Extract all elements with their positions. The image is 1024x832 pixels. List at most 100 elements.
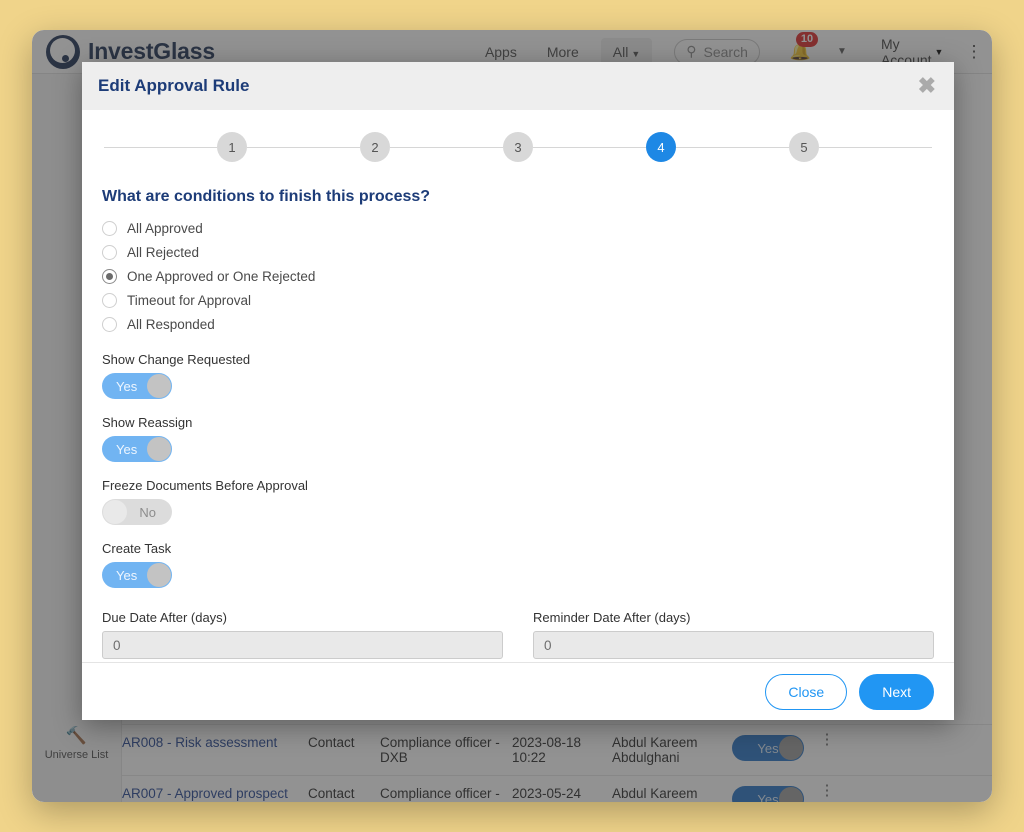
rule-role: Compliance officer - <box>380 786 500 801</box>
modal-body: 1 2 3 4 5 What are conditions to finish … <box>82 110 954 662</box>
radio-option-label: All Rejected <box>127 244 200 260</box>
close-button[interactable]: Close <box>765 673 848 710</box>
stepper-line <box>819 146 932 148</box>
toggle-label: Show Change Requested <box>102 352 251 367</box>
radio-option-timeout-for-approval[interactable]: Timeout for Approval <box>102 288 934 312</box>
radio-option-one-approved-or-one-rejected[interactable]: One Approved or One Rejected <box>102 264 934 288</box>
row-overflow-menu-icon[interactable]: ⋮ <box>818 783 846 798</box>
show-reassign-toggle[interactable]: Yes <box>102 436 172 462</box>
row-overflow-menu-icon[interactable]: ⋮ <box>818 732 846 747</box>
side-rail-item-universe-list[interactable]: Universe List <box>32 749 121 761</box>
modal-header: Edit Approval Rule ✖ <box>82 62 954 110</box>
investglass-logo-icon <box>46 34 80 69</box>
search-icon: ⚲ <box>686 43 697 59</box>
conditions-radio-group: All Approved All Rejected One Approved o… <box>102 216 934 336</box>
toggle-label: Freeze Documents Before Approval <box>102 478 308 493</box>
toggle-group-create-task: Create Task Yes <box>102 541 934 588</box>
rule-role: Compliance officer - DXB <box>380 735 500 765</box>
radio-icon <box>102 292 117 308</box>
rule-date: 2023-05-24 <box>512 786 582 801</box>
radio-icon <box>102 220 117 236</box>
radio-icon <box>102 316 117 332</box>
next-button[interactable]: Next <box>859 673 934 710</box>
search-input[interactable]: ⚲ Search <box>674 38 760 65</box>
field-due-date-after: Due Date After (days) <box>102 610 503 659</box>
rule-type: Contact <box>308 786 355 801</box>
brand-name: InvestGlass <box>88 38 215 64</box>
toggle-group-show-change-requested: Show Change Requested Yes <box>102 352 934 399</box>
stepper-step-4[interactable]: 4 <box>646 132 676 162</box>
notifications-chevron-down-icon[interactable]: ▼ <box>837 46 847 57</box>
overflow-menu-icon[interactable]: ⋮ <box>965 43 982 60</box>
stepper-step-1[interactable]: 1 <box>217 132 247 162</box>
nav-links: Apps More <box>485 44 579 60</box>
notification-badge: 10 <box>795 31 819 47</box>
table-row[interactable]: AR008 - Risk assessment Contact Complian… <box>122 724 992 775</box>
radio-option-label: Timeout for Approval <box>127 292 252 308</box>
toggle-group-show-reassign: Show Reassign Yes <box>102 415 934 462</box>
close-icon[interactable]: ✖ <box>918 75 936 97</box>
search-placeholder: Search <box>703 43 748 60</box>
rule-name[interactable]: AR007 - Approved prospect <box>122 786 308 801</box>
modal-title: Edit Approval Rule <box>98 76 250 95</box>
rule-user: Abdul Kareem Abdulghani <box>612 735 698 765</box>
rule-type: Contact <box>308 735 355 750</box>
stepper-line <box>247 146 360 148</box>
toggle-value: Yes <box>116 378 138 394</box>
stepper-line <box>676 146 789 148</box>
toggle-knob <box>779 736 803 760</box>
stepper-step-2[interactable]: 2 <box>360 132 390 162</box>
stepper-step-3[interactable]: 3 <box>503 132 533 162</box>
toggle-knob <box>147 437 171 461</box>
show-change-requested-toggle[interactable]: Yes <box>102 373 172 399</box>
toggle-label: Create Task <box>102 541 172 556</box>
toggle-knob <box>103 500 127 524</box>
field-label: Due Date After (days) <box>102 610 227 625</box>
stepper-line <box>533 146 646 148</box>
toggle-value: Yes <box>116 441 138 457</box>
radio-option-all-approved[interactable]: All Approved <box>102 216 934 240</box>
due-date-after-input[interactable] <box>102 631 503 659</box>
rule-active-toggle-label: Yes <box>757 791 779 803</box>
radio-option-all-rejected[interactable]: All Rejected <box>102 240 934 264</box>
account-chevron-down-icon[interactable]: ▼ <box>935 47 944 57</box>
notifications-button[interactable]: 🔔 10 <box>790 31 819 62</box>
rule-date: 2023-08-18 10:22 <box>512 735 582 765</box>
question-heading: What are conditions to finish this proce… <box>102 188 431 205</box>
toggle-group-freeze-documents-before-approval: Freeze Documents Before Approval No <box>102 478 934 525</box>
radio-option-label: All Responded <box>127 316 215 332</box>
chevron-down-icon: ▼ <box>631 48 641 59</box>
stepper-line <box>390 146 503 148</box>
rule-user: Abdul Kareem <box>612 786 698 801</box>
rule-active-toggle[interactable]: Yes <box>732 735 818 761</box>
edit-approval-rule-modal: Edit Approval Rule ✖ 1 2 3 4 5 What are … <box>82 62 954 720</box>
table-row[interactable]: AR007 - Approved prospect Contact Compli… <box>122 775 992 802</box>
nav-item-more[interactable]: More <box>547 44 579 60</box>
modal-footer: Close Next <box>82 662 954 720</box>
toggle-value: No <box>139 504 156 520</box>
radio-option-all-responded[interactable]: All Responded <box>102 312 934 336</box>
field-reminder-date-after: Reminder Date After (days) <box>533 610 934 659</box>
toggle-knob <box>779 787 803 802</box>
radio-icon-selected <box>102 268 117 284</box>
stepper-line <box>104 146 217 148</box>
radio-option-label: One Approved or One Rejected <box>127 268 316 284</box>
reminder-date-after-input[interactable] <box>533 631 934 659</box>
rule-name[interactable]: AR008 - Risk assessment <box>122 735 308 750</box>
toggle-label: Show Reassign <box>102 415 193 430</box>
rule-active-toggle[interactable]: Yes <box>732 786 818 802</box>
radio-icon <box>102 244 117 260</box>
field-label: Reminder Date After (days) <box>533 610 691 625</box>
nav-item-apps[interactable]: Apps <box>485 44 517 60</box>
toggle-value: Yes <box>116 567 138 583</box>
toggle-knob <box>147 374 171 398</box>
wizard-stepper: 1 2 3 4 5 <box>102 132 934 162</box>
scope-selector-label: All <box>612 43 629 60</box>
toggle-knob <box>147 563 171 587</box>
create-task-toggle[interactable]: Yes <box>102 562 172 588</box>
rule-active-toggle-label: Yes <box>757 740 779 756</box>
stepper-step-5[interactable]: 5 <box>789 132 819 162</box>
gavel-icon: 🔨 <box>65 726 88 745</box>
radio-option-label: All Approved <box>127 220 203 236</box>
freeze-documents-before-approval-toggle[interactable]: No <box>102 499 172 525</box>
